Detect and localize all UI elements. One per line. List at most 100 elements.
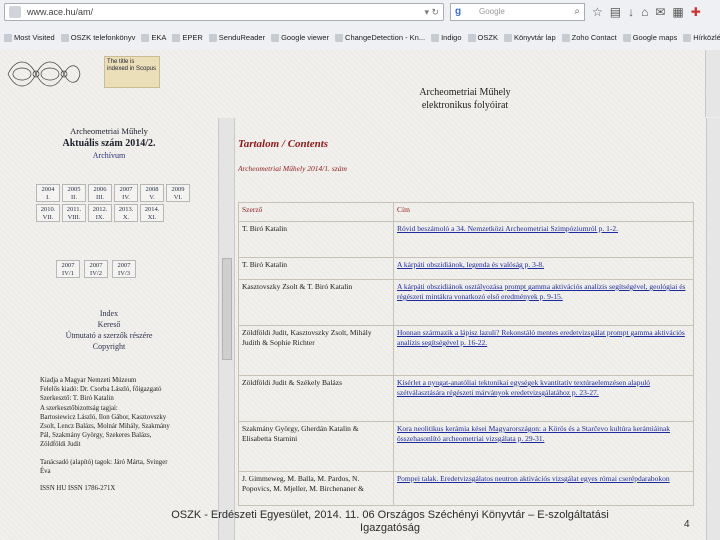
staff-spacer	[40, 476, 216, 484]
article-link[interactable]: A kárpáti obszidiánok, legenda és valósá…	[397, 260, 544, 269]
article-link[interactable]: Kora neolitikus kerámia kései Magyarorsz…	[397, 424, 670, 443]
volume-cell[interactable]: 2009 VI.	[166, 184, 190, 202]
search-link[interactable]: Kereső	[0, 319, 218, 330]
article-link[interactable]: Pompei talak. Eredetvizsgálatos neutron …	[397, 474, 670, 483]
home-icon[interactable]: ⌂	[641, 3, 648, 21]
reading-list-icon[interactable]: ▤	[610, 3, 621, 21]
bookmark-item[interactable]: Zoho Contact	[561, 28, 617, 48]
left-frame-scrollbar[interactable]	[218, 118, 235, 540]
article-link[interactable]: Rövid beszámoló a 34. Nemzetközi Archeom…	[397, 224, 618, 233]
bookmark-icon	[271, 34, 280, 42]
volume-cell-empty	[166, 204, 190, 222]
address-text[interactable]: www.ace.hu/am/	[27, 7, 93, 17]
volume-cell[interactable]: 2014. XI.	[140, 204, 164, 222]
staff-line: Zsolt, Lencz Balázs, Molnár Mihály, Szak…	[40, 423, 170, 431]
volume-cell[interactable]: 2007 IV.	[114, 184, 138, 202]
header-frame: The title is indexed in Scopus Archeomet…	[0, 50, 720, 117]
table-row: Szakmány György, Gherdán Katalin & Elisa…	[238, 421, 694, 472]
article-link[interactable]: Honnan származik a lápisz lazuli? Rekons…	[397, 328, 685, 347]
search-placeholder[interactable]: Google	[479, 7, 505, 16]
star-icon[interactable]: ☆	[592, 3, 603, 21]
content-scrollbar[interactable]	[706, 118, 720, 540]
volume-cell[interactable]: 2005 II.	[62, 184, 86, 202]
bookmark-item[interactable]: EPER	[172, 28, 203, 48]
bookmark-icon	[141, 34, 150, 42]
bookmark-icon	[335, 34, 344, 42]
current-issue-link[interactable]: Aktuális szám 2014/2.	[0, 138, 218, 149]
volume-cell[interactable]: 2011. VIII.	[62, 204, 86, 222]
volume-cell[interactable]: 2010. VII.	[36, 204, 60, 222]
bookmark-icon	[503, 34, 512, 42]
volume-cell[interactable]: 2004 I.	[36, 184, 60, 202]
volume-cell[interactable]: 2008 V.	[140, 184, 164, 202]
table-row: T. Biró Katalin Rövid beszámoló a 34. Ne…	[238, 221, 694, 258]
author-guide-link[interactable]: Útmutató a szerzők részére	[0, 330, 218, 341]
title-cell: Pompei talak. Eredetvizsgálatos neutron …	[393, 471, 694, 506]
page-viewport: The title is indexed in Scopus Archeomet…	[0, 50, 720, 540]
issn-line: ISSN HU ISSN 1786-271X	[40, 485, 116, 493]
bookmark-item[interactable]: Google maps	[622, 28, 677, 48]
toc-table: Szerző Cím T. Biró Katalin Rövid beszámo…	[238, 202, 694, 506]
extension-icon[interactable]: ▦	[672, 3, 683, 21]
scrollbar-thumb[interactable]	[222, 258, 232, 360]
reload-dropdown-icon[interactable]: ▾ ↻	[424, 4, 439, 20]
volume-cell[interactable]: 2013. X.	[114, 204, 138, 222]
table-row: J. Gimmeweg, M. Balla, M. Pardos, N. Pop…	[238, 471, 694, 506]
table-row: Zöldföldi Judit, Kasztovszky Zsolt, Mihá…	[238, 325, 694, 376]
bookmark-icon	[4, 34, 12, 42]
volume-cell[interactable]: 2007 IV/3	[112, 260, 136, 278]
sync-icon[interactable]: ✉	[655, 3, 665, 21]
search-icon[interactable]: ⌕	[574, 4, 580, 20]
volume-grid: 2004 I. 2005 II. 2006 III. 2007 IV. 2008 V. 2…	[36, 184, 190, 222]
bookmark-item[interactable]: Most Visited	[4, 28, 55, 48]
download-icon[interactable]: ↓	[628, 3, 634, 21]
footer-line1: OSZK - Erdészeti Egyesület, 2014. 11. 06…	[171, 509, 609, 521]
bookmark-item[interactable]: Könyvtár lap	[503, 28, 556, 48]
volume-cell[interactable]: 2007 IV/2	[84, 260, 108, 278]
bookmark-icon	[431, 34, 440, 42]
volume-cell[interactable]: 2006 III.	[88, 184, 112, 202]
bookmark-item[interactable]: Google viewer	[271, 28, 329, 48]
address-bar[interactable]: www.ace.hu/am/ ▾ ↻	[4, 3, 444, 21]
author-cell: Szakmány György, Gherdán Katalin & Elisa…	[238, 421, 394, 472]
author-cell: Kasztovszky Zsolt & T. Biró Katalin	[238, 279, 394, 326]
bookmark-item[interactable]: ChangeDetection - Kn...	[335, 28, 425, 48]
site-favicon-icon	[9, 6, 21, 18]
volume-subgrid: 2007 IV/1 2007 IV/2 2007 IV/3	[56, 260, 136, 278]
header-scrollbar[interactable]	[705, 50, 720, 117]
author-cell: J. Gimmeweg, M. Balla, M. Pardos, N. Pop…	[238, 471, 394, 506]
bookmark-item[interactable]: Hírközlés	[683, 28, 720, 48]
bookmark-icon	[622, 34, 631, 42]
staff-line: Felelős kiadó: Dr. Csorba László, főigaz…	[40, 386, 162, 394]
article-link[interactable]: A kárpáti obszidiánok osztályozása promp…	[397, 282, 685, 301]
article-link[interactable]: Kísérlet a nyugat-anatóliai tektonikai e…	[397, 378, 650, 397]
journal-name: Archeometriai Műhely	[70, 126, 148, 136]
volume-cell[interactable]: 2007 IV/1	[56, 260, 80, 278]
bookmark-item[interactable]: OSZK telefonkönyv	[60, 28, 135, 48]
left-nav-frame: Archeometriai Műhely Aktuális szám 2014/…	[0, 118, 218, 540]
bookmark-item[interactable]: EKA	[141, 28, 166, 48]
addon-icon[interactable]: ✚	[691, 3, 701, 21]
site-title: Archeometriai Műhely elektronikus folyói…	[390, 86, 540, 112]
copyright-link[interactable]: Copyright	[0, 341, 218, 352]
title-cell: Honnan származik a lápisz lazuli? Rekons…	[393, 325, 694, 376]
nav-links: Index Kereső Útmutató a szerzők részére …	[0, 308, 218, 352]
bookmark-item[interactable]: Indigo	[431, 28, 462, 48]
bookmark-item[interactable]: SenduReader	[208, 28, 265, 48]
bookmark-item[interactable]: OSZK	[467, 28, 498, 48]
bookmark-icon	[208, 34, 217, 42]
author-cell: Zöldföldi Judit & Székely Balázs	[238, 375, 394, 422]
staff-line: Tanácsadó (alapító) tagok: Járó Márta, S…	[40, 458, 168, 466]
content-frame: Tartalom / Contents Archeometriai Műhely…	[234, 118, 706, 540]
search-box[interactable]: g Google ⌕	[450, 3, 585, 21]
title-cell: Rövid beszámoló a 34. Nemzetközi Archeom…	[393, 221, 694, 258]
footer-line2: Igazgatóság	[360, 522, 420, 534]
bookmarks-bar: Most Visited OSZK telefonkönyv EKA EPER …	[0, 28, 720, 48]
google-icon[interactable]: g	[455, 4, 461, 20]
volume-cell[interactable]: 2012. IX.	[88, 204, 112, 222]
scopus-badge[interactable]: The title is indexed in Scopus	[104, 56, 160, 88]
ornament-logo-icon	[7, 61, 81, 87]
archive-link[interactable]: Archívum	[0, 151, 218, 160]
table-row: T. Biró Katalin A kárpáti obszidiánok, l…	[238, 257, 694, 280]
index-link[interactable]: Index	[0, 308, 218, 319]
